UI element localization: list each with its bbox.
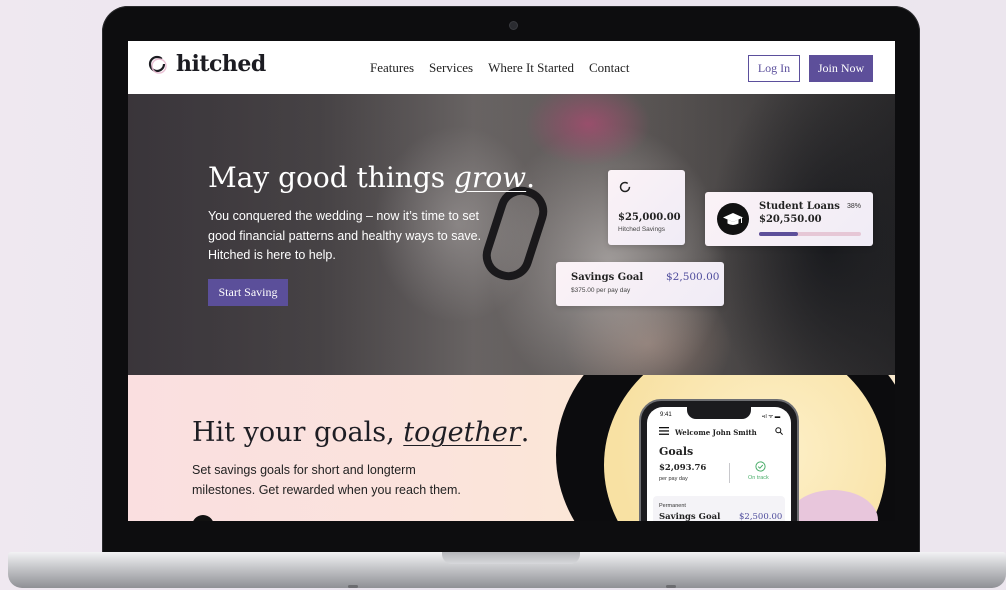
goals-section: Hit your goals, together. Set savings go… (128, 375, 895, 521)
phone-divider (729, 463, 730, 483)
phone-welcome-text: Welcome John Smith (675, 428, 757, 437)
nav-link-where-it-started[interactable]: Where It Started (488, 60, 574, 76)
step-marker (192, 515, 214, 521)
webcam (509, 21, 518, 30)
phone-status-ontrack: On track (748, 475, 769, 481)
hero-title-emphasis: grow (454, 161, 527, 194)
hitched-savings-label: Hitched Savings (618, 226, 665, 233)
phone-goal-target: $2,500.00 (739, 512, 783, 521)
phone-notch (687, 407, 751, 419)
goals-title-emphasis: together (403, 417, 521, 448)
search-icon[interactable] (775, 427, 783, 435)
hitched-savings-amount: $25,000.00 (618, 212, 681, 223)
logo-ring-icon (619, 181, 631, 193)
start-saving-button[interactable]: Start Saving (208, 279, 288, 306)
graduation-cap-icon (717, 203, 749, 235)
logo-ring-icon (148, 55, 167, 74)
student-loans-progress-fill (759, 232, 798, 236)
laptop-lip (442, 552, 580, 564)
student-loans-card: Student Loans 38% $20,550.00 (705, 192, 873, 246)
nav-link-contact[interactable]: Contact (589, 60, 629, 76)
phone-goal-amount: $2,093.76 (659, 463, 707, 473)
student-loans-percent: 38% (847, 203, 862, 210)
savings-goal-amount: $2,500.00 (666, 271, 720, 283)
savings-goal-subtext: $375.00 per pay day (571, 287, 631, 294)
student-loans-title: Student Loans (759, 201, 840, 212)
laptop-screen: hitched Features Services Where It Start… (128, 41, 895, 521)
hero-description: You conquered the wedding – now it’s tim… (208, 209, 482, 262)
hero-title: May good things grow. (208, 161, 536, 194)
phone-time: 9:41 (660, 412, 672, 418)
phone-goal-title: Savings Goal (659, 512, 721, 521)
savings-goal-card: Savings Goal $2,500.00 $375.00 per pay d… (556, 262, 724, 306)
top-nav: hitched Features Services Where It Start… (128, 41, 895, 94)
hitched-savings-card: $25,000.00 Hitched Savings (608, 170, 685, 245)
nav-link-services[interactable]: Services (429, 60, 473, 76)
brand-logo[interactable]: hitched (176, 51, 266, 77)
savings-goal-title: Savings Goal (571, 272, 644, 283)
phone-screen: 9:41 •ıl ᯤ ▬ Welcome John Smith Goals $2… (647, 407, 791, 521)
phone-mockup: 9:41 •ıl ᯤ ▬ Welcome John Smith Goals $2… (639, 399, 799, 521)
phone-goals-heading: Goals (659, 445, 694, 458)
login-button[interactable]: Log In (748, 55, 800, 82)
phone-goal-category: Permanent (659, 503, 686, 509)
laptop-foot (348, 585, 358, 588)
goals-description: Set savings goals for short and longterm… (192, 463, 461, 497)
goals-title: Hit your goals, together. (192, 417, 530, 448)
nav-links: Features Services Where It Started Conta… (370, 60, 644, 76)
phone-status-icons: •ıl ᯤ ▬ (762, 414, 781, 420)
menu-icon[interactable] (659, 427, 669, 435)
hero-section: May good things grow. You conquered the … (128, 94, 895, 375)
phone-per-pay-day: per pay day (659, 476, 688, 482)
student-loans-amount: $20,550.00 (759, 214, 822, 225)
nav-link-features[interactable]: Features (370, 60, 414, 76)
laptop-foot (666, 585, 676, 588)
check-circle-icon (755, 461, 766, 472)
join-now-button[interactable]: Join Now (809, 55, 873, 82)
